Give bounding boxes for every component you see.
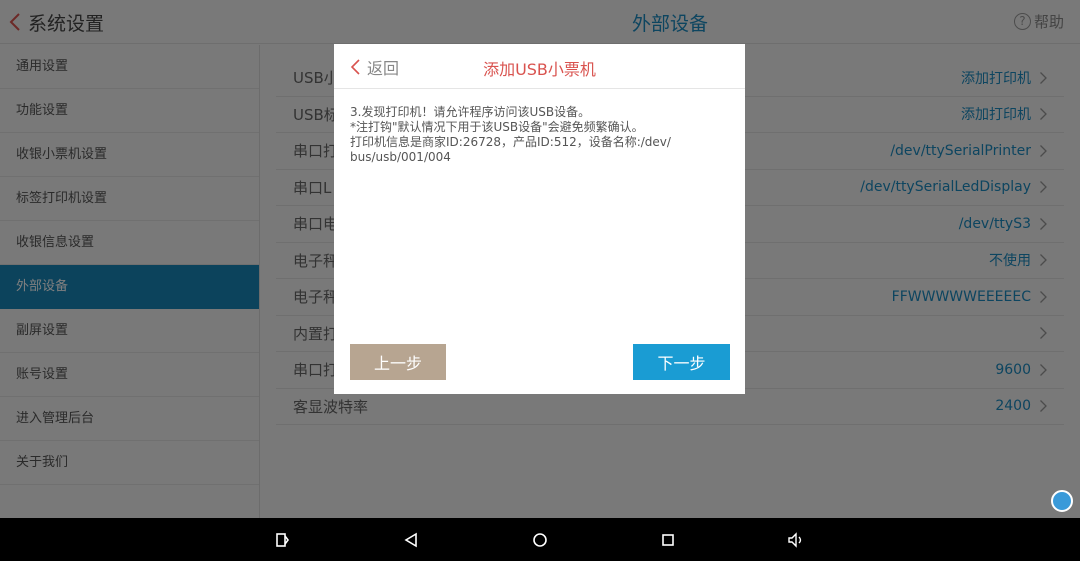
volume-icon[interactable] <box>786 530 806 550</box>
system-nav-bar <box>0 518 1080 561</box>
dialog-line: *注打钩"默认情况下用于该USB设备"会避免频繁确认。 <box>350 120 644 134</box>
add-usb-printer-dialog: 返回 添加USB小票机 3.发现打印机！请允许程序访问该USB设备。 *注打钩"… <box>334 44 745 394</box>
dialog-header: 返回 添加USB小票机 <box>334 44 745 89</box>
dialog-line: 3.发现打印机！请允许程序访问该USB设备。 <box>350 105 591 119</box>
dialog-line: bus/usb/001/004 <box>350 150 451 164</box>
floating-assist-button[interactable] <box>1051 490 1073 512</box>
next-step-button[interactable]: 下一步 <box>633 344 730 380</box>
home-icon[interactable] <box>530 530 550 550</box>
dialog-message: 3.发现打印机！请允许程序访问该USB设备。 *注打钩"默认情况下用于该USB设… <box>350 105 730 165</box>
dialog-title: 添加USB小票机 <box>483 60 596 79</box>
previous-step-button[interactable]: 上一步 <box>350 344 446 380</box>
dialog-line: 打印机信息是商家ID:26728，产品ID:512，设备名称:/dev/ <box>350 135 671 149</box>
screenshot-icon[interactable] <box>273 530 293 550</box>
back-icon[interactable] <box>401 530 421 550</box>
recents-icon[interactable] <box>658 530 678 550</box>
